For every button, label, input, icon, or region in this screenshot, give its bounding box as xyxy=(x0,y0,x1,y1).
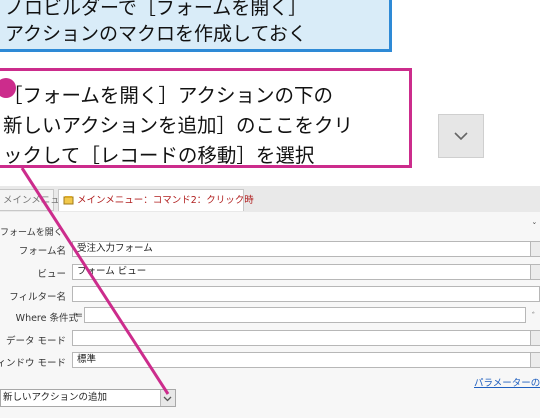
filter-name-field[interactable] xyxy=(72,286,540,302)
tab-main-menu[interactable]: メインメニュー xyxy=(0,189,69,211)
action-title: フォームを開く xyxy=(0,228,63,238)
step-callout: ［フォームを開く］アクションの下の 新しいアクションを追加］のここをクリ ックし… xyxy=(0,68,412,168)
window-mode-label: ウィンドウ モード xyxy=(0,358,66,369)
where-condition-field[interactable] xyxy=(84,307,526,323)
tab-macro-command2-click[interactable]: メインメニュー：コマンド2：クリック時 xyxy=(58,189,254,211)
filter-name-label: フィルター名 xyxy=(9,292,66,303)
collapse-icon[interactable]: ˇ xyxy=(532,222,537,233)
zoomed-dropdown-button[interactable] xyxy=(438,114,484,158)
form-name-label: フォーム名 xyxy=(18,246,66,257)
step-line-1: ［フォームを開く］アクションの下の xyxy=(3,84,333,107)
macro-icon xyxy=(63,196,74,205)
document-tab-strip: メインメニュー メインメニュー：コマンド2：クリック時 xyxy=(0,186,540,213)
instruction-line-2: アクションのマクロを作成しておく xyxy=(5,23,307,45)
instruction-callout: ノロビルダーで［フォームを開く］ アクションのマクロを作成しておく xyxy=(0,0,392,52)
chevron-down-icon xyxy=(454,132,468,140)
window-mode-field[interactable]: 標準 xyxy=(72,352,534,368)
form-name-field[interactable]: 受注入力フォーム xyxy=(72,241,534,257)
data-mode-dropdown[interactable] xyxy=(530,330,540,346)
tab-macro-label: メインメニュー：コマンド2：クリック時 xyxy=(77,195,254,206)
step-line-3: ックして［レコードの移動］を選択 xyxy=(3,144,315,167)
view-field[interactable]: フォーム ビュー xyxy=(72,264,534,280)
new-action-dropdown-button[interactable] xyxy=(160,390,175,406)
update-parameters-link[interactable]: パラメーターの更新 xyxy=(474,375,540,389)
where-equals-sign: = xyxy=(75,310,83,321)
new-action-combobox[interactable]: 新しいアクションの追加 xyxy=(0,389,176,407)
form-name-dropdown[interactable] xyxy=(530,241,540,257)
window-mode-dropdown[interactable] xyxy=(530,352,540,368)
view-label: ビュー xyxy=(37,269,66,280)
view-dropdown[interactable] xyxy=(530,264,540,280)
step-line-2: 新しいアクションを追加］のここをクリ xyxy=(3,114,354,137)
instruction-line-1: ノロビルダーで［フォームを開く］ xyxy=(5,0,308,19)
chevron-down-icon xyxy=(163,396,172,402)
data-mode-field[interactable] xyxy=(72,330,534,346)
where-condition-label: Where 条件式 xyxy=(15,313,78,324)
data-mode-label: データ モード xyxy=(5,336,66,347)
expression-builder-icon[interactable]: ﾞ xyxy=(532,309,537,323)
